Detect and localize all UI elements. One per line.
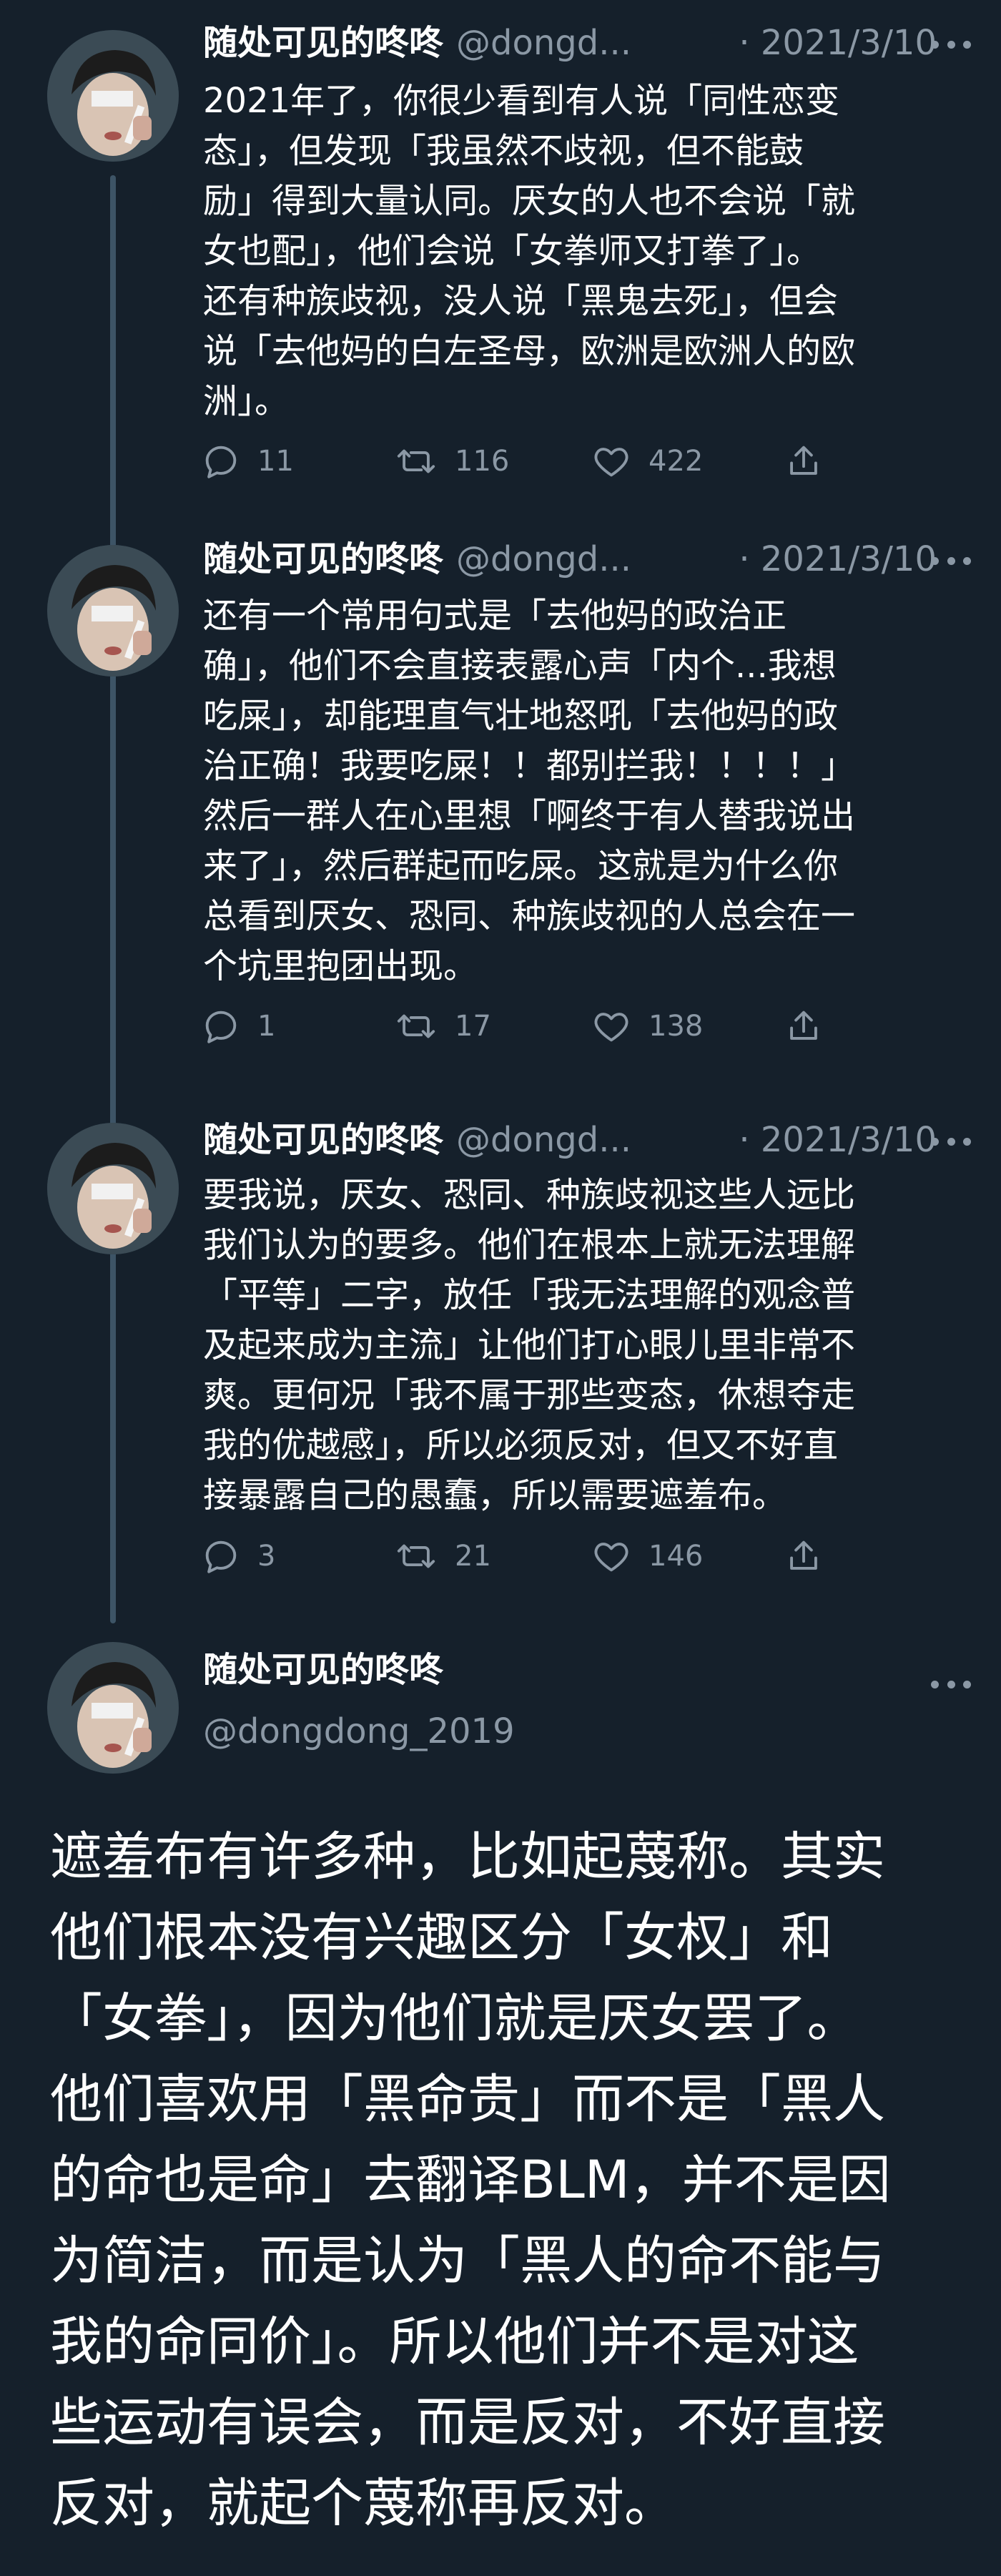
user-handle[interactable]: @dongd... [456,539,631,579]
like-count: 138 [649,1010,704,1043]
user-handle[interactable]: @dongd... [456,1120,631,1160]
reply-icon [205,446,237,478]
more-icon[interactable] [931,1133,971,1150]
reply-button[interactable]: 3 [200,1531,275,1581]
like-button[interactable]: 146 [590,1531,703,1581]
retweet-icon [397,1544,435,1568]
reply-button[interactable]: 1 [200,1001,275,1051]
display-name[interactable]: 随处可见的咚咚 [203,539,443,579]
share-icon [790,1011,817,1040]
heart-icon [594,1013,628,1042]
avatar[interactable] [47,1123,179,1254]
retweet-icon [397,1014,435,1038]
retweet-button[interactable]: 17 [393,1001,491,1051]
share-button[interactable] [783,436,840,486]
reply-count: 11 [257,445,294,478]
share-button[interactable] [783,1531,840,1581]
avatar[interactable] [47,30,179,162]
retweet-button[interactable]: 21 [393,1531,491,1581]
reply-button[interactable]: 11 [200,436,294,486]
date-text[interactable]: 2021/3/10 [761,23,937,63]
more-icon[interactable] [931,36,971,53]
more-icon[interactable] [931,1676,971,1693]
separator-dot: · [739,539,750,579]
tweet-text: 要我说，厌女、恐同、种族歧视这些人远比 我们认为的要多。他们在根本上就无法理解 … [203,1175,856,1515]
like-button[interactable]: 422 [590,436,703,486]
tweet-date[interactable]: · 2021/3/10 [739,1117,937,1163]
thread-tweet-2[interactable]: 随处可见的咚咚 @dongd... · 2021/3/10 还有一个常用句式是「去… [0,522,1001,1080]
retweet-button[interactable]: 116 [393,436,509,486]
retweet-count: 21 [455,1540,491,1573]
reply-count: 1 [257,1010,276,1043]
tweet-actions: 3 21 146 [200,1531,844,1581]
like-count: 422 [649,445,704,478]
like-button[interactable]: 138 [590,1001,703,1051]
retweet-count: 17 [455,1010,491,1043]
share-icon [790,446,817,475]
tweet-text: 遮羞布有许多种，比如起蔑称。其实 他们根本没有兴趣区分「女权」和 「女拳」，因为… [50,1827,891,2534]
reply-icon [205,1011,237,1043]
user-handle[interactable]: @dongdong_2019 [203,1709,515,1754]
display-name[interactable]: 随处可见的咚咚 [203,1120,443,1160]
more-icon[interactable] [931,552,971,569]
share-button[interactable] [783,1001,840,1051]
share-icon [790,1540,817,1570]
reply-count: 3 [257,1540,276,1573]
display-name[interactable]: 随处可见的咚咚 [203,23,443,63]
heart-icon [594,1543,628,1572]
avatar[interactable] [47,1642,179,1774]
display-name[interactable]: 随处可见的咚咚 [203,1647,443,1693]
retweet-count: 116 [455,445,510,478]
separator-dot: · [739,1120,750,1160]
date-text[interactable]: 2021/3/10 [761,1120,937,1160]
tweet-date[interactable]: · 2021/3/10 [739,20,937,66]
thread-tweet-1[interactable]: 随处可见的咚咚 @dongd... · 2021/3/10 2021年了，你很少看… [0,0,1001,515]
tweet-actions: 1 17 138 [200,1001,844,1051]
separator-dot: · [739,23,750,63]
date-text[interactable]: 2021/3/10 [761,539,937,579]
tweet-text: 2021年了，你很少看到有人说「同性恋变 态」，但发现「我虽然不歧视，但不能鼓 … [203,81,856,421]
thread-tweet-3[interactable]: 随处可见的咚咚 @dongd... · 2021/3/10 要我说，厌女、恐同、种… [0,1087,1001,1602]
reply-icon [205,1540,237,1573]
avatar[interactable] [47,545,179,677]
tweet-actions: 11 116 422 [200,436,844,486]
tweet-text: 还有一个常用句式是「去他妈的政治正 确」，他们不会直接表露心声「内个...我想 … [203,596,856,986]
tweet-date[interactable]: · 2021/3/10 [739,536,937,582]
retweet-icon [397,449,435,473]
like-count: 146 [649,1540,704,1573]
heart-icon [594,448,628,477]
user-handle[interactable]: @dongd... [456,23,631,63]
